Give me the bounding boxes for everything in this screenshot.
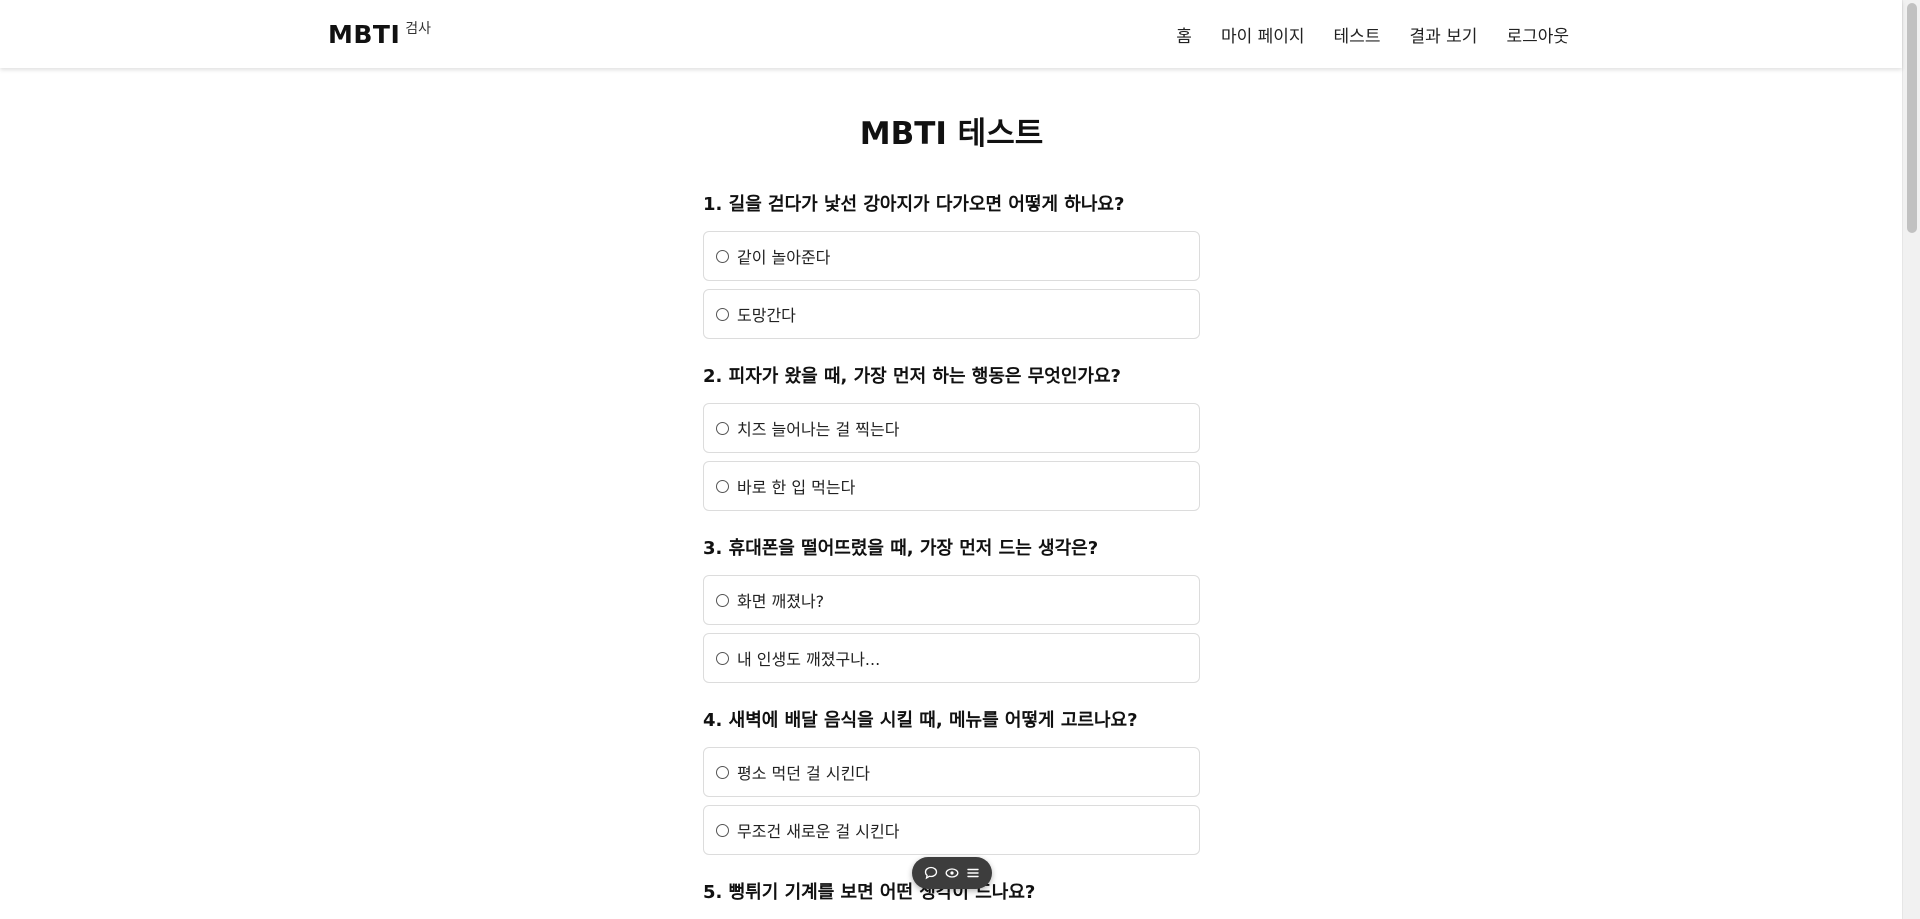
- question-2: 2. 피자가 왔을 때, 가장 먼저 하는 행동은 무엇인가요? 치즈 늘어나는…: [703, 364, 1200, 511]
- question-1: 1. 길을 걷다가 낯선 강아지가 다가오면 어떻게 하나요? 같이 놀아준다 …: [703, 192, 1200, 339]
- answer-option[interactable]: 내 인생도 깨졌구나...: [703, 633, 1200, 683]
- main-nav: 홈 마이 페이지 테스트 결과 보기 로그아웃: [1176, 22, 1569, 47]
- logo-sub-text: 검사: [405, 21, 432, 37]
- comment-icon[interactable]: [923, 865, 939, 881]
- radio-button[interactable]: [716, 765, 729, 779]
- answer-label: 평소 먹던 걸 시킨다: [737, 764, 871, 783]
- answer-label: 치즈 늘어나는 걸 찍는다: [737, 420, 900, 439]
- answer-label: 같이 놀아준다: [737, 248, 831, 267]
- question-text: 3. 휴대폰을 떨어뜨렸을 때, 가장 먼저 드는 생각은?: [703, 538, 1099, 559]
- answer-label: 내 인생도 깨졌구나...: [737, 650, 881, 669]
- answer-label: 바로 한 입 먹는다: [737, 478, 856, 497]
- answer-option[interactable]: 같이 놀아준다: [703, 231, 1200, 281]
- radio-button[interactable]: [716, 823, 729, 837]
- answer-option[interactable]: 화면 깨졌나?: [703, 575, 1200, 625]
- answer-option[interactable]: 치즈 늘어나는 걸 찍는다: [703, 403, 1200, 453]
- nav-home[interactable]: 홈: [1176, 22, 1192, 47]
- radio-button[interactable]: [716, 249, 729, 263]
- radio-button[interactable]: [716, 651, 729, 665]
- answer-option[interactable]: 바로 한 입 먹는다: [703, 461, 1200, 511]
- eye-icon[interactable]: [944, 865, 960, 881]
- site-header: MBTI 검사 홈 마이 페이지 테스트 결과 보기 로그아웃: [0, 0, 1902, 68]
- question-text: 2. 피자가 왔을 때, 가장 먼저 하는 행동은 무엇인가요?: [703, 366, 1121, 387]
- answer-label: 도망간다: [737, 306, 796, 325]
- question-4: 4. 새벽에 배달 음식을 시킬 때, 메뉴를 어떻게 고르나요? 평소 먹던 …: [703, 708, 1200, 855]
- page-title: MBTI 테스트: [859, 116, 1044, 152]
- answer-option[interactable]: 무조건 새로운 걸 시킨다: [703, 805, 1200, 855]
- test-content: MBTI 테스트 1. 길을 걷다가 낯선 강아지가 다가오면 어떻게 하나요?…: [703, 68, 1200, 903]
- menu-icon[interactable]: [965, 865, 981, 881]
- question-text: 1. 길을 걷다가 낯선 강아지가 다가오면 어떻게 하나요?: [703, 194, 1125, 215]
- nav-test[interactable]: 테스트: [1334, 22, 1381, 47]
- radio-button[interactable]: [716, 421, 729, 435]
- floating-toolbar: [912, 857, 992, 889]
- answer-label: 무조건 새로운 걸 시킨다: [737, 822, 900, 841]
- question-3: 3. 휴대폰을 떨어뜨렸을 때, 가장 먼저 드는 생각은? 화면 깨졌나? 내…: [703, 536, 1200, 683]
- radio-button[interactable]: [716, 307, 729, 321]
- radio-button[interactable]: [716, 479, 729, 493]
- radio-button[interactable]: [716, 593, 729, 607]
- nav-logout[interactable]: 로그아웃: [1506, 22, 1569, 47]
- question-text: 4. 새벽에 배달 음식을 시킬 때, 메뉴를 어떻게 고르나요?: [703, 710, 1138, 731]
- answer-option[interactable]: 도망간다: [703, 289, 1200, 339]
- scrollbar-thumb[interactable]: [1907, 3, 1917, 233]
- nav-my-page[interactable]: 마이 페이지: [1221, 22, 1305, 47]
- answer-option[interactable]: 평소 먹던 걸 시킨다: [703, 747, 1200, 797]
- nav-results[interactable]: 결과 보기: [1409, 22, 1477, 47]
- page-scrollbar[interactable]: [1902, 0, 1920, 919]
- answer-label: 화면 깨졌나?: [737, 592, 825, 611]
- logo-main-text: MBTI: [328, 20, 401, 49]
- site-logo[interactable]: MBTI 검사: [328, 20, 431, 52]
